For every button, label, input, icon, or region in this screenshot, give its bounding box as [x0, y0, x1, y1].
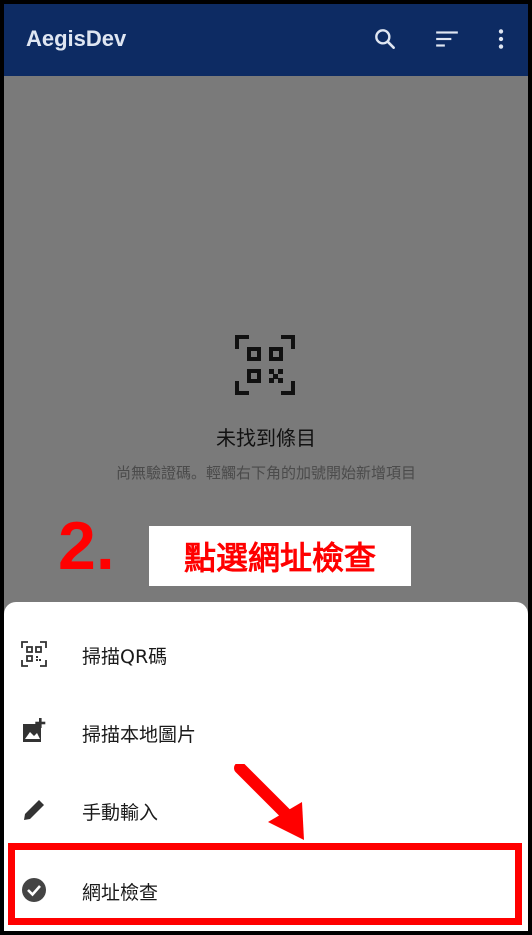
- highlight-box: [8, 843, 522, 925]
- qr-code-icon: [235, 335, 295, 395]
- pencil-icon: [24, 800, 44, 820]
- app-bar: AegisDev: [4, 4, 528, 76]
- menu-item-label: 掃描本地圖片: [82, 724, 197, 746]
- app-title: AegisDev: [26, 26, 127, 51]
- menu-item-label: 掃描QR碼: [82, 646, 168, 668]
- step-number: 2.: [58, 508, 115, 584]
- sort-icon[interactable]: [434, 26, 460, 52]
- red-arrow-annotation: [234, 764, 304, 840]
- menu-item-label: 手動輸入: [82, 802, 159, 824]
- empty-state-subtitle: 尚無驗證碼。輕觸右下角的加號開始新增項目: [115, 464, 416, 482]
- search-icon[interactable]: [372, 26, 398, 52]
- step-label: 點選網址檢查: [149, 526, 411, 586]
- menu-item-scan-image[interactable]: 掃描本地圖片: [4, 692, 528, 770]
- more-vert-icon[interactable]: [488, 26, 514, 52]
- menu-item-scan-qr[interactable]: 掃描QR碼: [4, 614, 528, 692]
- qr-scan-icon: [21, 641, 47, 667]
- add-photo-icon: [23, 718, 46, 742]
- phone-screen: AegisDev 未找到條目 尚無驗證碼。輕觸右下角的加號開始新增項目 2. 點…: [4, 4, 528, 931]
- empty-state-title: 未找到條目: [216, 426, 316, 450]
